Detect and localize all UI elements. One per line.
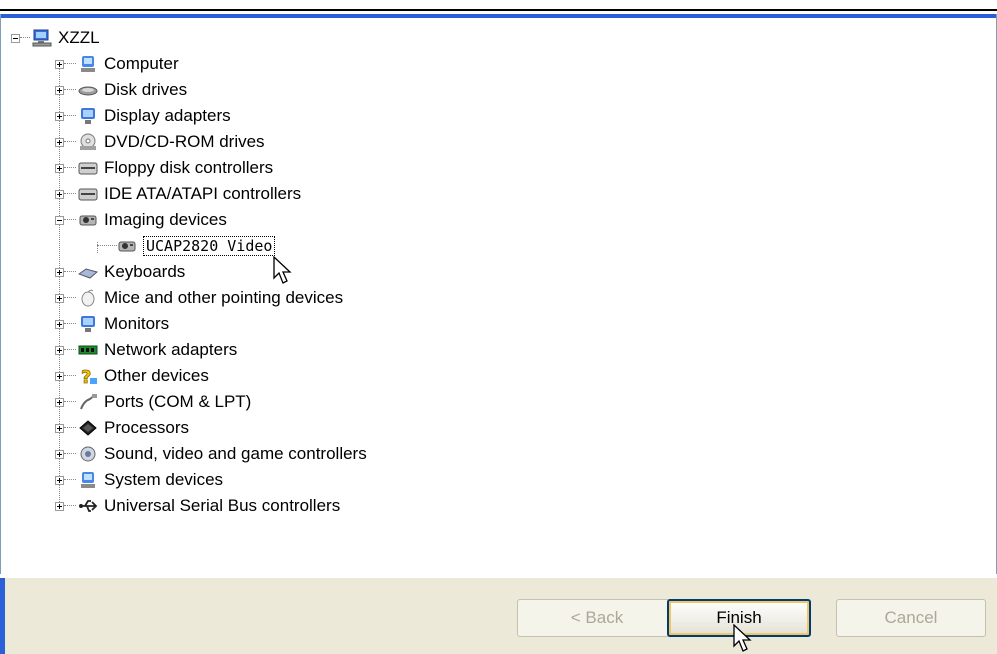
tree-item-ucap2820-video[interactable]: UCAP2820 Video	[97, 235, 276, 257]
tree-root-label: XZZL	[58, 28, 100, 47]
expand-icon[interactable]	[55, 475, 64, 485]
tree-item-label: Processors	[104, 418, 190, 437]
tree-item-processors[interactable]: Processors	[55, 417, 189, 439]
tree-item-ide-controllers[interactable]: IDE ATA/ATAPI controllers	[55, 183, 301, 205]
tree-item-label: Display adapters	[104, 106, 231, 125]
expand-icon[interactable]	[55, 319, 64, 329]
tree-item-label: Keyboards	[104, 262, 186, 281]
tree-item-label: Network adapters	[104, 340, 238, 359]
expand-icon[interactable]	[55, 293, 64, 303]
tree-item-label: Computer	[104, 54, 179, 73]
tree-item-label: Imaging devices	[104, 210, 227, 229]
tree-item-label: Sound, video and game controllers	[104, 444, 367, 463]
tree-item-ports[interactable]: Ports (COM & LPT)	[55, 391, 251, 413]
mouse-cursor-icon	[273, 256, 292, 284]
expand-icon[interactable]	[55, 163, 64, 173]
tree-item-label: Disk drives	[104, 80, 188, 99]
tree-item-label: System devices	[104, 470, 224, 489]
tree-item-label: DVD/CD-ROM drives	[104, 132, 265, 151]
back-button[interactable]: < Back	[517, 599, 677, 637]
tree-item-label: Other devices	[104, 366, 209, 385]
expand-icon[interactable]	[55, 137, 64, 147]
tree-item-label: Floppy disk controllers	[104, 158, 274, 177]
expand-icon[interactable]	[55, 371, 64, 381]
tree-item-sound-video[interactable]: Sound, video and game controllers	[55, 443, 367, 465]
mouse-icon	[78, 289, 98, 307]
tree-item-system-devices[interactable]: System devices	[55, 469, 223, 491]
monitor-icon	[78, 315, 98, 333]
question-icon: ?	[78, 367, 98, 385]
device-tree: XZZL Computer Disk drives Display adapte…	[1, 14, 996, 574]
expand-icon[interactable]	[55, 85, 64, 95]
tree-item-computer[interactable]: Computer	[55, 53, 179, 75]
camera-icon	[78, 211, 98, 229]
port-icon	[78, 393, 98, 411]
expand-icon[interactable]	[55, 267, 64, 277]
tree-item-display-adapters[interactable]: Display adapters	[55, 105, 231, 127]
tree-item-dvd-drives[interactable]: DVD/CD-ROM drives	[55, 131, 265, 153]
tree-root[interactable]: XZZL	[11, 27, 100, 49]
tree-item-label: Monitors	[104, 314, 170, 333]
tree-item-label: Ports (COM & LPT)	[104, 392, 252, 411]
system-device-icon	[78, 471, 98, 489]
ide-controller-icon	[78, 185, 98, 203]
expand-icon[interactable]	[55, 423, 64, 433]
usb-icon	[78, 497, 98, 515]
display-adapter-icon	[78, 107, 98, 125]
tree-item-label: Universal Serial Bus controllers	[104, 496, 341, 515]
expand-icon[interactable]	[55, 449, 64, 459]
tree-item-usb-controllers[interactable]: Universal Serial Bus controllers	[55, 495, 340, 517]
collapse-icon[interactable]	[11, 33, 20, 43]
tree-item-label: UCAP2820 Video	[143, 236, 276, 256]
computer-icon	[78, 55, 98, 73]
keyboard-icon	[78, 263, 98, 281]
tree-item-other-devices[interactable]: ? Other devices	[55, 365, 209, 387]
window-top-border	[0, 9, 997, 11]
expand-icon[interactable]	[55, 59, 64, 69]
tree-item-monitors[interactable]: Monitors	[55, 313, 169, 335]
sound-icon	[78, 445, 98, 463]
expand-icon[interactable]	[55, 501, 64, 511]
expand-icon[interactable]	[55, 111, 64, 121]
expand-icon[interactable]	[55, 345, 64, 355]
tree-item-floppy-controllers[interactable]: Floppy disk controllers	[55, 157, 273, 179]
dvd-drive-icon	[78, 133, 98, 151]
disk-drive-icon	[78, 81, 98, 99]
processor-icon	[78, 419, 98, 437]
expand-icon[interactable]	[55, 397, 64, 407]
mouse-cursor-icon	[733, 624, 752, 652]
wizard-footer: < Back Finish Cancel	[0, 578, 997, 654]
tree-item-imaging-devices[interactable]: Imaging devices	[55, 209, 227, 231]
footer-left-accent	[0, 578, 5, 654]
collapse-icon[interactable]	[55, 215, 64, 225]
tree-item-label: IDE ATA/ATAPI controllers	[104, 184, 302, 203]
camera-icon	[117, 237, 137, 255]
device-tree-panel: XZZL Computer Disk drives Display adapte…	[0, 14, 997, 574]
tree-item-disk-drives[interactable]: Disk drives	[55, 79, 187, 101]
computer-icon	[32, 29, 52, 47]
tree-item-keyboards[interactable]: Keyboards	[55, 261, 185, 283]
network-adapter-icon	[78, 341, 98, 359]
expand-icon[interactable]	[55, 189, 64, 199]
cancel-button[interactable]: Cancel	[836, 599, 986, 637]
tree-item-label: Mice and other pointing devices	[104, 288, 344, 307]
svg-text:?: ?	[81, 367, 91, 385]
tree-item-network-adapters[interactable]: Network adapters	[55, 339, 237, 361]
floppy-controller-icon	[78, 159, 98, 177]
tree-item-mice[interactable]: Mice and other pointing devices	[55, 287, 343, 309]
